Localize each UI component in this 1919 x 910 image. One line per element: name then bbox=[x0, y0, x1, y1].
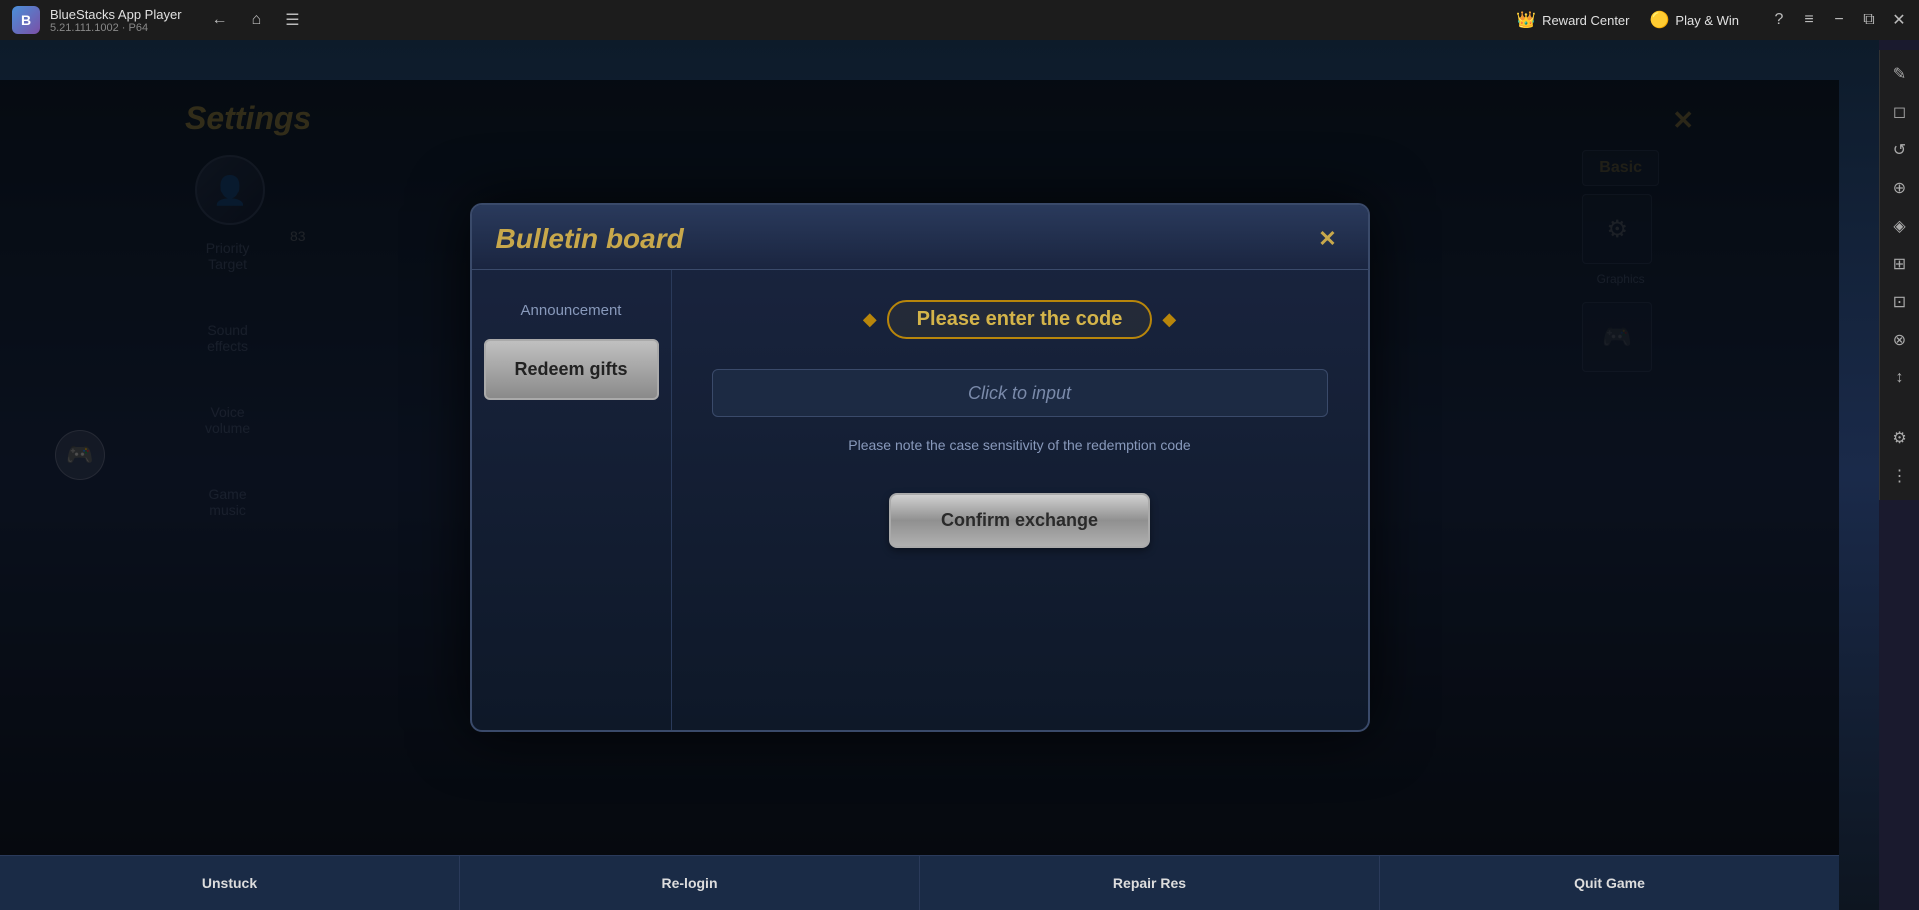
restore-button[interactable]: ⧉ bbox=[1861, 11, 1877, 29]
code-notice: Please note the case sensitivity of the … bbox=[848, 437, 1190, 453]
unstuck-button[interactable]: Unstuck bbox=[0, 856, 460, 910]
code-title-deco-right: ◆ bbox=[1162, 309, 1176, 330]
play-win-button[interactable]: 🟡 Play & Win bbox=[1650, 10, 1740, 30]
window-controls: ? ≡ − ⧉ ✕ bbox=[1771, 10, 1907, 30]
menu-button[interactable]: ≡ bbox=[1801, 11, 1817, 29]
back-button[interactable]: ← bbox=[208, 9, 232, 31]
bulletin-title: Bulletin board bbox=[496, 223, 684, 255]
bookmark-button[interactable]: ☰ bbox=[281, 8, 303, 32]
toolbar-icon-7[interactable]: ⊡ bbox=[1882, 284, 1918, 320]
code-title: Please enter the code bbox=[887, 300, 1153, 339]
app-logo: B bbox=[12, 6, 40, 34]
app-name: BlueStacks App Player bbox=[50, 7, 182, 22]
crown-icon: 👑 bbox=[1516, 10, 1536, 30]
right-toolbar: ✎ ◻ ↺ ⊕ ◈ ⊞ ⊡ ⊗ ↕ ⚙ ⋮ bbox=[1879, 50, 1919, 500]
modal-overlay: Bulletin board ✕ Announcement Redeem gif… bbox=[0, 80, 1839, 855]
code-title-wrapper: ◆ Please enter the code ◆ bbox=[863, 300, 1176, 339]
toolbar-icon-3[interactable]: ↺ bbox=[1882, 132, 1918, 168]
game-content: Settings ✕ 👤 83 PriorityTarget Soundeffe… bbox=[0, 40, 1879, 910]
close-button[interactable]: ✕ bbox=[1891, 10, 1907, 30]
toolbar-icon-6[interactable]: ⊞ bbox=[1882, 246, 1918, 282]
settings-icon[interactable]: ⚙ bbox=[1882, 420, 1918, 456]
repair-res-button[interactable]: Repair Res bbox=[920, 856, 1380, 910]
toolbar-icon-9[interactable]: ↕ bbox=[1882, 360, 1918, 396]
code-input[interactable] bbox=[712, 369, 1328, 417]
coin-icon: 🟡 bbox=[1650, 10, 1670, 30]
title-bar-right: 👑 Reward Center 🟡 Play & Win ? ≡ − ⧉ ✕ bbox=[1516, 10, 1907, 30]
bulletin-body: Announcement Redeem gifts ◆ Please enter… bbox=[472, 270, 1368, 730]
confirm-exchange-button[interactable]: Confirm exchange bbox=[889, 493, 1150, 548]
bulletin-header: Bulletin board ✕ bbox=[472, 205, 1368, 270]
bulletin-modal: Bulletin board ✕ Announcement Redeem gif… bbox=[470, 203, 1370, 732]
code-input-wrapper bbox=[712, 369, 1328, 417]
toolbar-icon-8[interactable]: ⊗ bbox=[1882, 322, 1918, 358]
quit-game-button[interactable]: Quit Game bbox=[1380, 856, 1839, 910]
title-bar: B BlueStacks App Player 5.21.111.1002 · … bbox=[0, 0, 1919, 40]
toolbar-icon-4[interactable]: ⊕ bbox=[1882, 170, 1918, 206]
bulletin-sidebar: Announcement Redeem gifts bbox=[472, 270, 672, 730]
title-bar-left: B BlueStacks App Player 5.21.111.1002 · … bbox=[12, 6, 304, 34]
minimize-button[interactable]: − bbox=[1831, 11, 1847, 29]
relogin-button[interactable]: Re-login bbox=[460, 856, 920, 910]
code-title-deco-left: ◆ bbox=[863, 309, 877, 330]
redeem-gifts-tab[interactable]: Redeem gifts bbox=[484, 339, 659, 400]
bulletin-close-button[interactable]: ✕ bbox=[1312, 223, 1344, 255]
home-button[interactable]: ⌂ bbox=[248, 9, 266, 31]
toolbar-icon-2[interactable]: ◻ bbox=[1882, 94, 1918, 130]
bottom-bar: Unstuck Re-login Repair Res Quit Game bbox=[0, 855, 1839, 910]
app-version: 5.21.111.1002 · P64 bbox=[50, 22, 182, 34]
announcement-tab[interactable]: Announcement bbox=[484, 290, 659, 331]
reward-center-button[interactable]: 👑 Reward Center bbox=[1516, 10, 1629, 30]
bulletin-content: ◆ Please enter the code ◆ Please note th… bbox=[672, 270, 1368, 730]
help-button[interactable]: ? bbox=[1771, 11, 1787, 29]
toolbar-more-icon[interactable]: ⋮ bbox=[1882, 458, 1918, 494]
title-nav: ← ⌂ ☰ bbox=[208, 8, 304, 32]
toolbar-icon-5[interactable]: ◈ bbox=[1882, 208, 1918, 244]
toolbar-icon-1[interactable]: ✎ bbox=[1882, 56, 1918, 92]
